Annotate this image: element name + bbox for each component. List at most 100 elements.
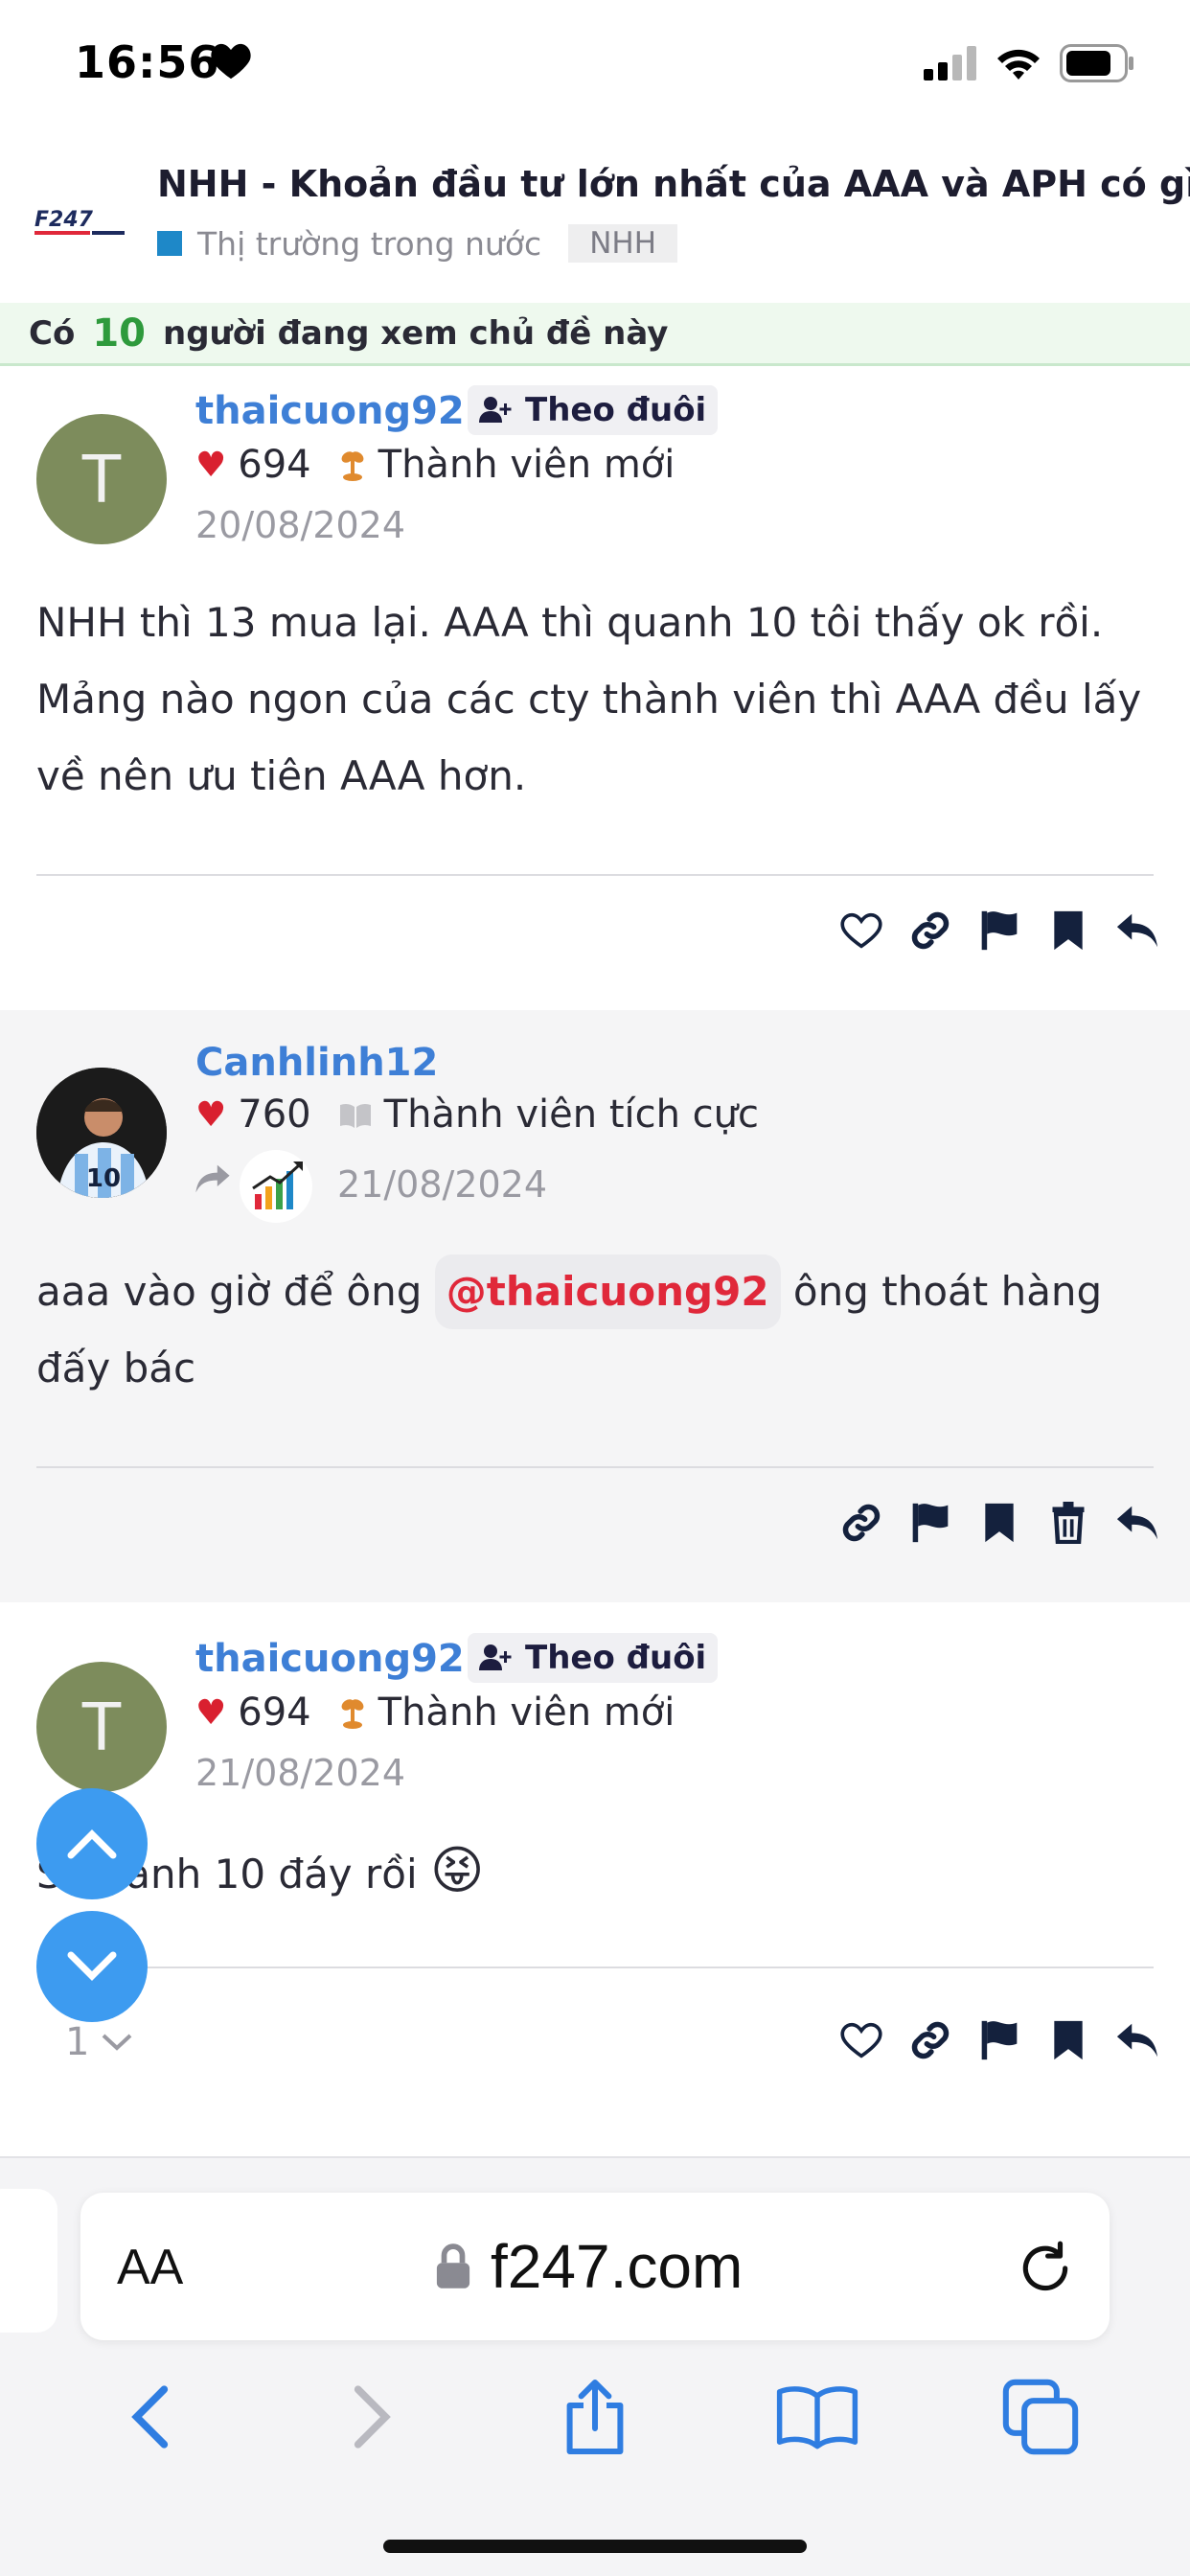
reader-settings-button[interactable]: AA [117,2239,183,2296]
delete-button[interactable] [1046,1501,1090,1545]
heart-outline-icon [840,2022,882,2058]
post-content: S quanh 10 đáy rồi 😝 [36,1832,1161,1913]
link-icon [911,2021,950,2059]
username[interactable]: thaicuong92 [195,1637,465,1681]
follow-label: Theo đuôi [525,391,707,429]
chevron-left-icon [131,2385,169,2449]
flag-button[interactable] [977,2018,1021,2062]
reply-button[interactable] [1115,908,1159,953]
follow-button[interactable]: Theo đuôi [468,1633,719,1683]
viewers-banner: Có 10 người đang xem chủ đề này [0,303,1190,366]
bookmark-button[interactable] [1046,2018,1090,2062]
tabs-button[interactable] [997,2374,1084,2460]
svg-text:F247: F247 [34,208,94,232]
browser-chrome: AA f247.com [0,2156,1190,2576]
post-date[interactable]: 20/08/2024 [195,504,405,546]
like-count: 694 [238,1690,311,1735]
status-bar: 16:56 [0,0,1190,134]
avatar[interactable]: T [36,414,167,544]
post-date[interactable]: 21/08/2024 [337,1163,547,1206]
wifi-icon [997,49,1040,80]
share-link-button[interactable] [908,2018,952,2062]
chevron-up-icon [67,1829,117,1859]
scroll-down-button[interactable] [36,1911,148,2022]
post-3: T thaicuong92 Theo đuôi ♥ 694 Thành viên… [0,1604,1190,2150]
thread-title[interactable]: NHH - Khoản đầu tư lớn nhất của AAA và A… [157,163,1190,205]
bookmarks-button[interactable] [774,2374,860,2460]
follow-button[interactable]: Theo đuôi [468,385,719,435]
bookmark-icon [985,1503,1014,1543]
share-button[interactable] [552,2374,638,2460]
status-time: 16:56 [75,36,220,88]
flag-button[interactable] [908,1501,952,1545]
like-button[interactable] [839,908,883,953]
avatar[interactable]: 10 [36,1068,167,1198]
reply-icon [1116,2023,1158,2058]
replied-to-avatar[interactable] [240,1150,312,1223]
post-1: T thaicuong92 Theo đuôi ♥ 694 Thành viên… [0,368,1190,1008]
username[interactable]: Canhlinh12 [195,1041,438,1085]
avatar[interactable]: T [36,1662,167,1792]
category-link[interactable]: Thị trường trong nước [197,225,541,263]
post-date[interactable]: 21/08/2024 [195,1752,405,1794]
link-icon [911,911,950,950]
f247-logo[interactable]: F247 [33,203,128,242]
bookmark-icon [1054,910,1083,951]
viewers-count: 10 [92,310,146,356]
like-count: 694 [238,443,311,487]
tag-link[interactable]: NHH [568,224,677,263]
post-actions [839,2018,1159,2062]
bookmark-button[interactable] [1046,908,1090,953]
reaction-count-toggle[interactable]: 1 [65,2020,133,2064]
book-icon [338,1099,373,1130]
sprout-icon [338,1695,367,1730]
url-text: f247.com [491,2232,744,2301]
like-button[interactable] [839,2018,883,2062]
share-link-button[interactable] [839,1501,883,1545]
bookmark-icon [1054,2020,1083,2060]
trash-icon [1052,1502,1085,1544]
member-rank: Thành viên mới [378,1690,675,1735]
forward-arrow-icon [195,1164,230,1193]
previous-tab-preview[interactable] [0,2189,57,2333]
reply-icon [1116,913,1158,948]
address-bar[interactable]: AA f247.com [80,2193,1110,2340]
scroll-up-button[interactable] [36,1788,148,1899]
reply-button[interactable] [1115,2018,1159,2062]
chevron-down-icon [67,1951,117,1981]
bookmark-button[interactable] [977,1501,1021,1545]
reply-icon [1116,1506,1158,1540]
flag-button[interactable] [977,908,1021,953]
content-text: aaa vào giờ để ông [36,1268,423,1315]
open-book-icon [777,2386,858,2450]
user-stats: ♥ 694 Thành viên mới [195,1690,675,1735]
user-mention-link[interactable]: @thaicuong92 [434,1254,781,1329]
category-color-badge [157,231,182,256]
flag-icon [981,910,1018,951]
url-display[interactable]: f247.com [435,2231,743,2302]
chevron-right-icon [354,2385,391,2449]
post-2: 10 Canhlinh12 ♥ 760 Thành viên tích cực … [0,1010,1190,1602]
cellular-signal-icon [924,46,976,80]
follow-label: Theo đuôi [525,1639,707,1677]
divider [36,874,1154,876]
heart-outline-icon [840,912,882,949]
avatar-photo: 10 [36,1068,167,1198]
reaction-count: 1 [65,2020,90,2064]
divider [36,1966,1154,1968]
link-icon [842,1504,881,1542]
stock-chart-icon [252,1162,303,1209]
user-stats: ♥ 694 Thành viên mới [195,443,675,487]
back-button[interactable] [106,2374,193,2460]
reply-button[interactable] [1115,1501,1159,1545]
svg-text:10: 10 [86,1164,121,1193]
username[interactable]: thaicuong92 [195,389,465,433]
user-plus-icon [479,397,512,423]
heart-icon [211,43,251,80]
forward-button[interactable] [330,2374,416,2460]
tongue-emoji: 😝 [430,1840,485,1900]
sprout-icon [338,448,367,482]
browser-toolbar [0,2359,1190,2474]
reload-icon[interactable] [1016,2239,1075,2298]
share-link-button[interactable] [908,908,952,953]
